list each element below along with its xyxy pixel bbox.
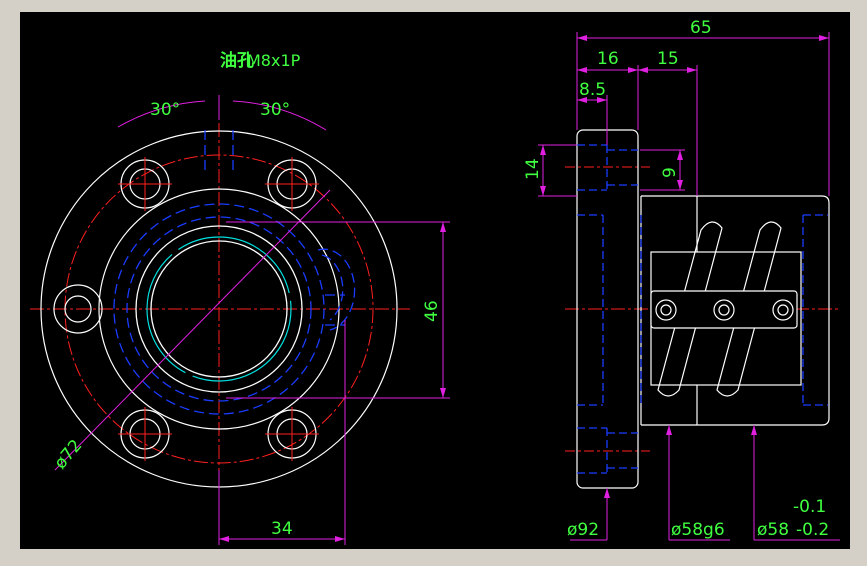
dim-65-label: 65 [690, 18, 712, 38]
dim-34-label: 34 [271, 519, 293, 539]
retainer-plate [650, 290, 798, 329]
dim-15-label: 15 [657, 49, 679, 69]
dia-58g6-label: ø58g6 [671, 520, 725, 540]
dia-58-label: ø58 [757, 520, 789, 540]
dim-9-label: 9 [660, 167, 680, 178]
tolerance-upper: -0.1 [793, 497, 826, 517]
thread-label: M8x1P [247, 51, 301, 70]
dim-46-label: 46 [422, 300, 442, 322]
cad-drawing: 油孔 M8x1P 30° 30° 46 34 ø72 65 16 15 8.5 … [20, 12, 850, 549]
angle-right-label: 30° [260, 100, 290, 120]
dim-16-label: 16 [597, 49, 619, 69]
dia-92-label: ø92 [567, 520, 599, 540]
dim-8-5-label: 8.5 [579, 80, 606, 100]
cad-viewport[interactable]: 油孔 M8x1P 30° 30° 46 34 ø72 65 16 15 8.5 … [0, 0, 867, 562]
dim-14-label: 14 [523, 158, 543, 180]
drawing-background [20, 12, 850, 549]
tolerance-lower: -0.2 [796, 520, 829, 540]
angle-left-label: 30° [150, 100, 180, 120]
